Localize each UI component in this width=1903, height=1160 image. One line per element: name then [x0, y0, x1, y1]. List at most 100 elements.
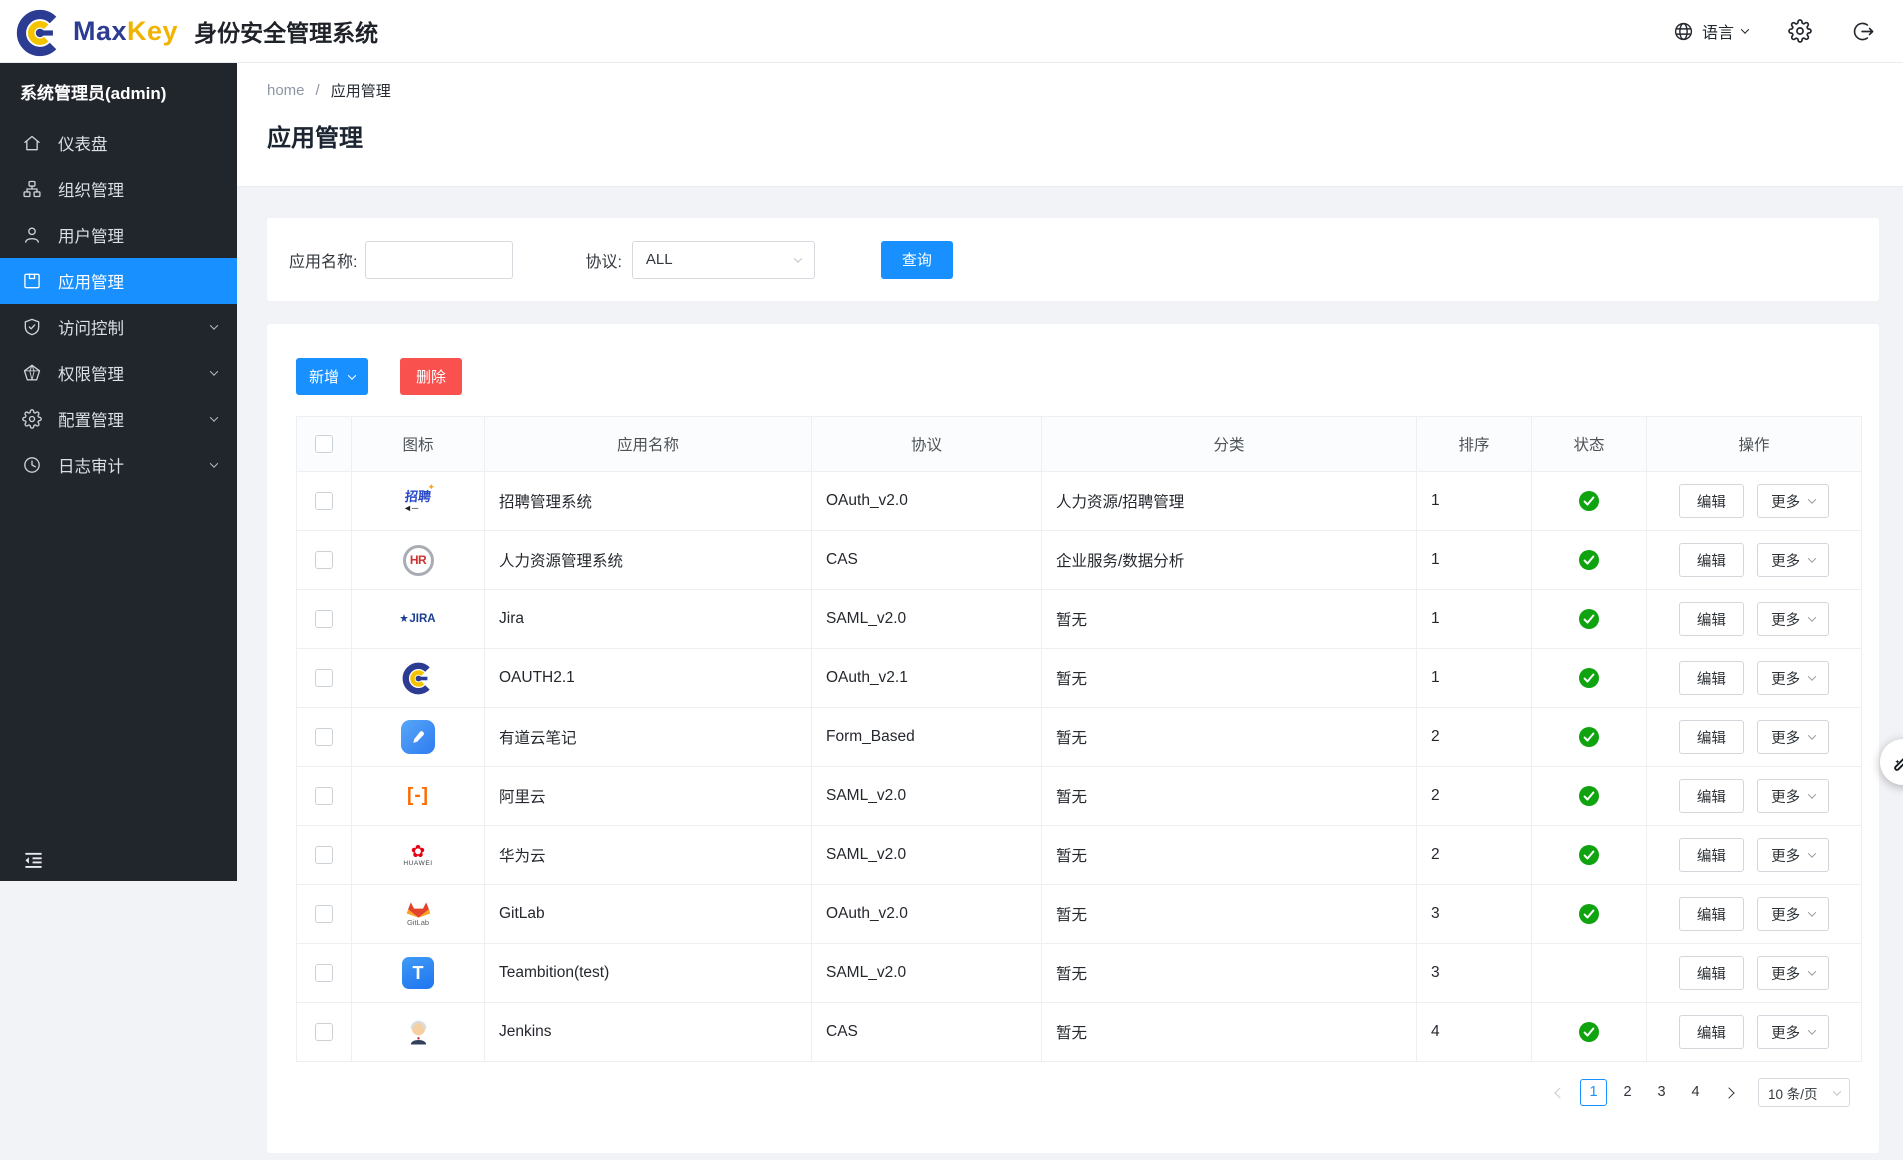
more-button[interactable]: 更多 — [1757, 779, 1829, 813]
more-button[interactable]: 更多 — [1757, 720, 1829, 754]
main-content: home / 应用管理 应用管理 应用名称: 协议: ALL 查询 新增 删除 — [237, 63, 1903, 1153]
row-checkbox[interactable] — [315, 905, 333, 923]
more-button[interactable]: 更多 — [1757, 838, 1829, 872]
logout-button[interactable] — [1852, 20, 1875, 43]
sidebar-item-permission[interactable]: 权限管理 — [0, 350, 237, 396]
chevron-down-icon — [1808, 613, 1816, 621]
sidebar-item-access[interactable]: 访问控制 — [0, 304, 237, 350]
edit-button[interactable]: 编辑 — [1679, 543, 1744, 577]
more-button[interactable]: 更多 — [1757, 543, 1829, 577]
sidebar-item-config[interactable]: 配置管理 — [0, 396, 237, 442]
brand: MaxKey 身份安全管理系统 — [16, 5, 378, 57]
sidebar-item-user[interactable]: 用户管理 — [0, 212, 237, 258]
status-cell — [1532, 944, 1647, 1003]
edit-button[interactable]: 编辑 — [1679, 602, 1744, 636]
settings-button[interactable] — [1788, 19, 1812, 43]
category-cell: 暂无 — [1042, 590, 1417, 649]
search-button[interactable]: 查询 — [881, 241, 953, 279]
prev-page-button[interactable] — [1547, 1080, 1573, 1106]
page-buttons: 1234 — [1580, 1079, 1709, 1106]
protocol-cell: OAuth_v2.0 — [812, 472, 1042, 531]
app-name-cell: 华为云 — [485, 826, 812, 885]
sidebar-item-label: 应用管理 — [58, 269, 124, 293]
page-button-3[interactable]: 3 — [1648, 1079, 1675, 1106]
protocol-cell: CAS — [812, 1003, 1042, 1062]
row-checkbox[interactable] — [315, 610, 333, 628]
row-checkbox[interactable] — [315, 669, 333, 687]
chevron-down-icon — [210, 367, 218, 375]
page-button-4[interactable]: 4 — [1682, 1079, 1709, 1106]
sort-cell: 4 — [1417, 1003, 1532, 1062]
more-button[interactable]: 更多 — [1757, 956, 1829, 990]
edit-button[interactable]: 编辑 — [1679, 661, 1744, 695]
breadcrumb-home[interactable]: home — [267, 82, 305, 99]
sidebar-item-app[interactable]: 应用管理 — [0, 258, 237, 304]
app-name-cell: Jenkins — [485, 1003, 812, 1062]
edit-button[interactable]: 编辑 — [1679, 484, 1744, 518]
sidebar-item-org[interactable]: 组织管理 — [0, 166, 237, 212]
row-checkbox[interactable] — [315, 551, 333, 569]
sidebar-item-label: 组织管理 — [58, 177, 124, 201]
add-button[interactable]: 新增 — [296, 358, 368, 395]
sidebar-item-log[interactable]: 日志审计 — [0, 442, 237, 488]
app-name-cell: 阿里云 — [485, 767, 812, 826]
brand-name: MaxKey — [73, 16, 178, 47]
more-button[interactable]: 更多 — [1757, 1015, 1829, 1049]
chevron-down-icon — [1741, 25, 1749, 33]
protocol-cell: SAML_v2.0 — [812, 826, 1042, 885]
page-button-1[interactable]: 1 — [1580, 1079, 1607, 1106]
row-checkbox[interactable] — [315, 787, 333, 805]
edit-button[interactable]: 编辑 — [1679, 1015, 1744, 1049]
table-row: 招聘◄─✦ 招聘管理系统 OAuth_v2.0 人力资源/招聘管理 1 编辑 更… — [297, 472, 1862, 531]
more-button[interactable]: 更多 — [1757, 484, 1829, 518]
filter-panel: 应用名称: 协议: ALL 查询 — [267, 218, 1879, 301]
more-button[interactable]: 更多 — [1757, 602, 1829, 636]
sidebar-collapse-button[interactable] — [22, 849, 45, 872]
status-cell — [1532, 1003, 1647, 1062]
sidebar: 系统管理员(admin) 仪表盘 组织管理 用户管理 应用管理 访问控制 权限管… — [0, 63, 237, 881]
user-icon — [22, 225, 42, 245]
header-actions: 操作 — [1647, 417, 1862, 472]
protocol-select[interactable]: ALL — [632, 241, 815, 279]
edit-button[interactable]: 编辑 — [1679, 897, 1744, 931]
outdent-icon — [22, 849, 45, 872]
header-protocol: 协议 — [812, 417, 1042, 472]
protocol-select-value: ALL — [646, 251, 673, 268]
sidebar-item-dashboard[interactable]: 仪表盘 — [0, 120, 237, 166]
page-button-2[interactable]: 2 — [1614, 1079, 1641, 1106]
row-checkbox[interactable] — [315, 964, 333, 982]
more-button[interactable]: 更多 — [1757, 897, 1829, 931]
org-icon — [22, 179, 42, 199]
next-page-button[interactable] — [1716, 1080, 1742, 1106]
app-name-input[interactable] — [365, 241, 513, 279]
sidebar-item-label: 配置管理 — [58, 407, 124, 431]
table-row: JIRA Jira SAML_v2.0 暂无 1 编辑 更多 — [297, 590, 1862, 649]
category-cell: 暂无 — [1042, 826, 1417, 885]
row-checkbox[interactable] — [315, 846, 333, 864]
page-size-select[interactable]: 10 条/页 — [1758, 1078, 1850, 1107]
select-all-checkbox[interactable] — [315, 435, 333, 453]
row-checkbox[interactable] — [315, 728, 333, 746]
edit-button[interactable]: 编辑 — [1679, 956, 1744, 990]
row-checkbox[interactable] — [315, 492, 333, 510]
page-title: 应用管理 — [267, 118, 1903, 153]
table-row: GitLab GitLab OAuth_v2.0 暂无 3 编辑 更多 — [297, 885, 1862, 944]
delete-button[interactable]: 删除 — [400, 358, 462, 395]
more-button[interactable]: 更多 — [1757, 661, 1829, 695]
row-checkbox[interactable] — [315, 1023, 333, 1041]
header-category: 分类 — [1042, 417, 1417, 472]
header-status: 状态 — [1532, 417, 1647, 472]
chevron-down-icon — [1808, 1026, 1816, 1034]
recruit-app-icon: 招聘◄─✦ — [398, 479, 438, 523]
edit-button[interactable]: 编辑 — [1679, 779, 1744, 813]
chevron-down-icon — [1808, 908, 1816, 916]
edit-button[interactable]: 编辑 — [1679, 720, 1744, 754]
table-row: 有道云笔记 Form_Based 暂无 2 编辑 更多 — [297, 708, 1862, 767]
page-size-value: 10 条/页 — [1768, 1083, 1818, 1103]
jira-app-icon: JIRA — [398, 597, 438, 641]
status-cell — [1532, 826, 1647, 885]
language-menu[interactable]: 语言 — [1673, 19, 1748, 43]
chevron-down-icon — [1833, 1087, 1841, 1095]
status-active-icon — [1579, 669, 1599, 686]
edit-button[interactable]: 编辑 — [1679, 838, 1744, 872]
